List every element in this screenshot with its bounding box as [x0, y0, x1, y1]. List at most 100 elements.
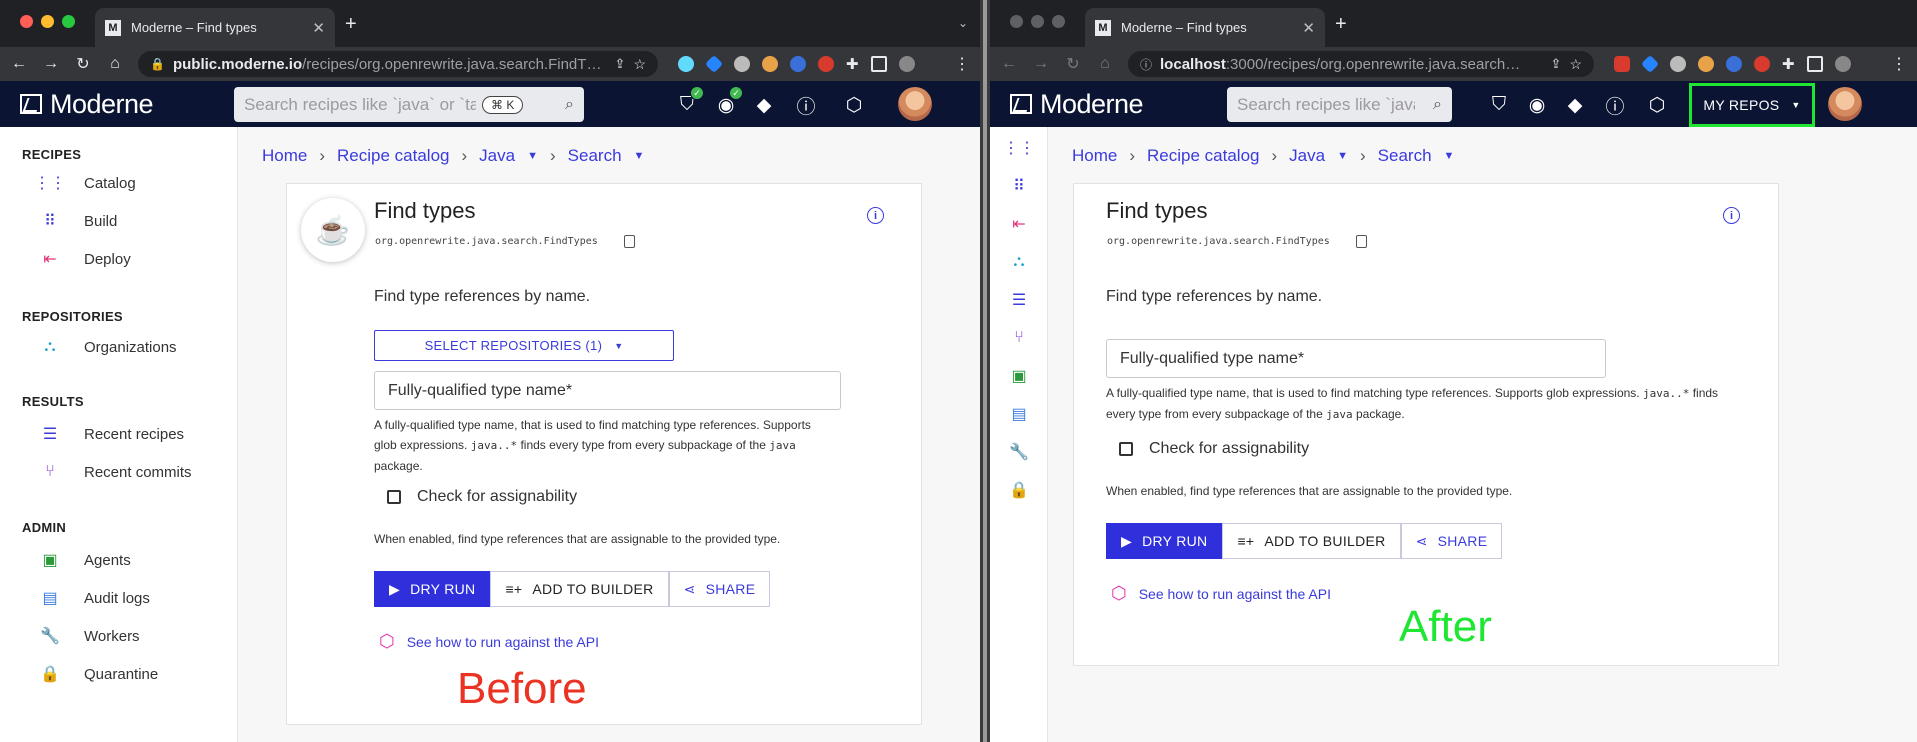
close-tab-icon[interactable]: ✕	[1302, 19, 1315, 37]
assignability-checkbox[interactable]: Check for assignability	[387, 488, 577, 506]
bookmark-star-icon[interactable]: ☆	[633, 56, 646, 73]
quarantine-icon[interactable]: 🔒	[1009, 480, 1029, 500]
recipe-search-input[interactable]: Search recipes like `java` or `ta ⌘ K ⌕	[234, 87, 584, 122]
url-field[interactable]: ⓘ localhost:3000/recipes/org.openrewrite…	[1128, 51, 1594, 77]
chevron-down-icon[interactable]: ▼	[1337, 150, 1348, 162]
breadcrumb-java[interactable]: Java	[479, 146, 515, 166]
close-tab-icon[interactable]: ✕	[312, 19, 325, 37]
new-tab-button[interactable]: +	[345, 13, 357, 36]
maximize-window-button[interactable]	[1052, 15, 1065, 28]
url-field[interactable]: 🔒 public.moderne.io/recipes/org.openrewr…	[138, 51, 658, 77]
side-panel-icon[interactable]	[870, 56, 887, 72]
gitlab-icon[interactable]: ◆	[1564, 94, 1586, 116]
back-icon[interactable]: ←	[1000, 55, 1018, 73]
minimize-window-button[interactable]	[41, 15, 54, 28]
agents-icon[interactable]: ▣	[1009, 366, 1029, 386]
sidebar-item-deploy[interactable]: ⇤ Deploy	[40, 249, 130, 269]
side-panel-icon[interactable]	[1806, 56, 1823, 72]
build-icon[interactable]: ⠿	[1009, 176, 1029, 196]
sidebar-item-build[interactable]: ⠿ Build	[40, 211, 117, 231]
browser-tab[interactable]: M Moderne – Find types ✕	[95, 8, 335, 47]
close-window-button[interactable]	[20, 15, 33, 28]
breadcrumb-java[interactable]: Java	[1289, 146, 1325, 166]
minimize-window-button[interactable]	[1031, 15, 1044, 28]
add-to-builder-button[interactable]: ≡+ ADD TO BUILDER	[1222, 523, 1401, 559]
share-button[interactable]: ⋖ SHARE	[668, 571, 771, 607]
my-repos-dropdown[interactable]: MY REPOS ▼	[1689, 83, 1815, 127]
react-devtools-icon[interactable]	[678, 56, 694, 72]
share-page-icon[interactable]: ⇪	[1551, 56, 1562, 72]
help-icon[interactable]: ⓘ	[795, 94, 817, 118]
info-icon[interactable]: i	[1723, 207, 1740, 224]
new-tab-button[interactable]: +	[1335, 13, 1347, 36]
sidebar-item-agents[interactable]: ▣ Agents	[40, 550, 130, 570]
checkbox-box[interactable]	[387, 490, 401, 504]
forward-icon[interactable]: →	[1032, 55, 1050, 73]
chevron-down-icon[interactable]: ▼	[1444, 150, 1455, 162]
extension-icon[interactable]	[734, 56, 750, 72]
add-to-builder-button[interactable]: ≡+ ADD TO BUILDER	[490, 571, 669, 607]
cookie-extension-icon[interactable]	[762, 56, 778, 72]
extension-icon[interactable]	[1614, 56, 1630, 72]
bookmark-star-icon[interactable]: ☆	[1569, 56, 1582, 73]
share-page-icon[interactable]: ⇪	[615, 56, 626, 72]
dry-run-button[interactable]: ▶ DRY RUN	[374, 571, 491, 607]
recent-commits-icon[interactable]: ⑂	[1009, 328, 1029, 348]
jira-extension-icon[interactable]	[704, 54, 724, 74]
moderne-logo[interactable]: Moderne	[20, 89, 154, 120]
user-avatar[interactable]	[1828, 87, 1862, 121]
sidebar-item-recent-commits[interactable]: ⑂ Recent commits	[40, 462, 191, 482]
workers-icon[interactable]: 🔧	[1009, 442, 1029, 462]
organizations-icon[interactable]: ⛬	[1009, 252, 1029, 272]
sidebar-item-catalog[interactable]: ⋮⋮ Catalog	[34, 173, 136, 193]
browser-menu-icon[interactable]: ⋮	[954, 54, 970, 74]
sidebar-item-workers[interactable]: 🔧 Workers	[40, 626, 140, 646]
blocker-extension-icon[interactable]	[1754, 56, 1770, 72]
gitlab-icon[interactable]: ◆	[753, 94, 775, 116]
chevron-down-icon[interactable]: ▼	[527, 150, 538, 162]
cookie-extension-icon[interactable]	[1698, 56, 1714, 72]
reload-icon[interactable]: ↻	[1064, 54, 1082, 74]
user-avatar[interactable]	[898, 87, 932, 121]
puzzle-extensions-icon[interactable]: ✚	[846, 55, 859, 73]
api-link[interactable]: ⬡ See how to run against the API	[1111, 583, 1331, 604]
breadcrumb-search[interactable]: Search	[1378, 146, 1432, 166]
audit-logs-icon[interactable]: ▤	[1009, 404, 1029, 424]
breadcrumb-home[interactable]: Home	[1072, 146, 1117, 166]
breadcrumb-search[interactable]: Search	[568, 146, 622, 166]
home-icon[interactable]: ⌂	[1096, 55, 1114, 73]
recent-recipes-icon[interactable]: ☰	[1009, 290, 1029, 310]
graphql-icon[interactable]: ⬡	[1646, 94, 1668, 116]
sidebar-item-quarantine[interactable]: 🔒 Quarantine	[40, 664, 158, 684]
maximize-window-button[interactable]	[62, 15, 75, 28]
search-icon[interactable]: ⌕	[565, 96, 574, 114]
breadcrumb-catalog[interactable]: Recipe catalog	[337, 146, 449, 166]
blocker-extension-icon[interactable]	[818, 56, 834, 72]
extension-icon[interactable]	[1670, 56, 1686, 72]
moderne-logo[interactable]: Moderne	[1010, 89, 1144, 120]
api-link[interactable]: ⬡ See how to run against the API	[379, 631, 599, 652]
sidebar-item-recent-recipes[interactable]: ☰ Recent recipes	[40, 424, 184, 444]
checkbox-box[interactable]	[1119, 442, 1133, 456]
tab-search-icon[interactable]: ⌄	[958, 16, 968, 30]
type-name-field[interactable]: Fully-qualified type name*	[374, 371, 841, 410]
github-icon[interactable]: ◉	[1526, 94, 1548, 116]
type-name-field[interactable]: Fully-qualified type name*	[1106, 339, 1606, 378]
home-icon[interactable]: ⌂	[106, 55, 124, 73]
recipe-search-input[interactable]: Search recipes like `java ⌕	[1227, 87, 1452, 122]
catalog-icon[interactable]: ⋮⋮	[1003, 138, 1035, 158]
sidebar-item-audit-logs[interactable]: ▤ Audit logs	[40, 588, 149, 608]
github-extension-icon[interactable]	[790, 56, 806, 72]
close-window-button[interactable]	[1010, 15, 1023, 28]
puzzle-extensions-icon[interactable]: ✚	[1782, 55, 1795, 73]
github-extension-icon[interactable]	[1726, 56, 1742, 72]
chevron-down-icon[interactable]: ▼	[634, 150, 645, 162]
browser-menu-icon[interactable]: ⋮	[1891, 54, 1907, 74]
profile-icon[interactable]	[898, 56, 915, 72]
copy-icon[interactable]	[624, 235, 635, 248]
breadcrumb-catalog[interactable]: Recipe catalog	[1147, 146, 1259, 166]
deploy-icon[interactable]: ⇤	[1009, 214, 1029, 234]
forward-icon[interactable]: →	[42, 55, 60, 73]
sidebar-item-organizations[interactable]: ⛬ Organizations	[40, 337, 176, 357]
back-icon[interactable]: ←	[10, 55, 28, 73]
